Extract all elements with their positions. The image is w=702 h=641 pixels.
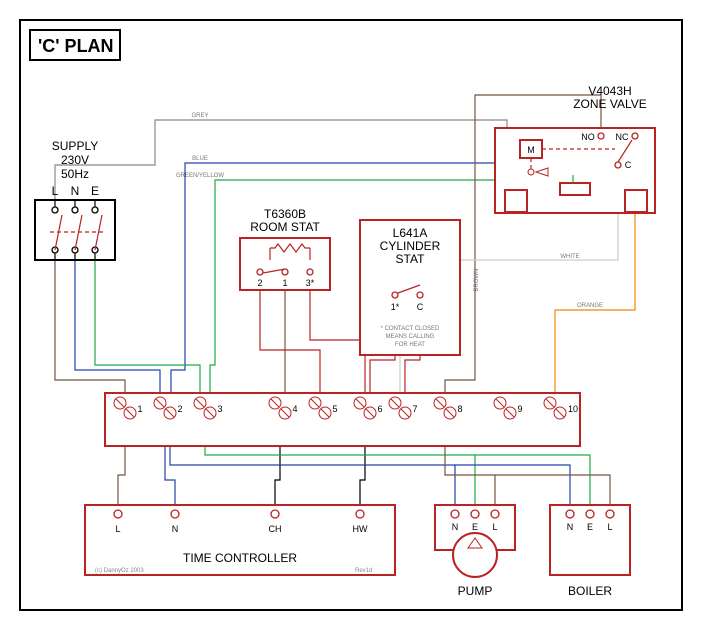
- svg-text:NO: NO: [581, 132, 595, 142]
- svg-text:8: 8: [457, 404, 462, 414]
- svg-text:T6360B: T6360B: [264, 207, 306, 221]
- svg-text:* CONTACT CLOSED: * CONTACT CLOSED: [381, 326, 440, 332]
- svg-text:STAT: STAT: [396, 252, 426, 266]
- svg-text:C: C: [625, 160, 632, 170]
- label-orange: ORANGE: [577, 303, 603, 309]
- svg-text:4: 4: [292, 404, 297, 414]
- svg-text:L: L: [492, 522, 497, 532]
- svg-text:BOILER: BOILER: [568, 584, 612, 598]
- svg-text:L: L: [607, 522, 612, 532]
- svg-text:L: L: [52, 184, 59, 198]
- svg-text:ROOM STAT: ROOM STAT: [250, 220, 320, 234]
- svg-text:V4043H: V4043H: [588, 84, 631, 98]
- supply-label2: 230V: [61, 153, 89, 167]
- svg-text:MEANS CALLING: MEANS CALLING: [386, 334, 435, 340]
- svg-text:7: 7: [412, 404, 417, 414]
- svg-text:PUMP: PUMP: [458, 584, 493, 598]
- svg-text:10: 10: [568, 404, 578, 414]
- svg-text:1*: 1*: [391, 302, 400, 312]
- svg-text:6: 6: [377, 404, 382, 414]
- pump: N E L PUMP: [435, 505, 515, 598]
- svg-text:2: 2: [257, 278, 262, 288]
- svg-text:M: M: [527, 145, 535, 155]
- boiler: N E L BOILER: [550, 505, 630, 598]
- label-white: WHITE: [560, 254, 579, 260]
- svg-text:NC: NC: [616, 132, 629, 142]
- svg-text:Rev1d: Rev1d: [355, 568, 372, 574]
- wire-boiler-N: [455, 465, 570, 505]
- wire-roomstat-3: [310, 290, 365, 393]
- wire-brown-L: [55, 260, 125, 393]
- wire-boiler-E: [475, 455, 590, 505]
- svg-text:C: C: [417, 302, 424, 312]
- svg-text:CYLINDER: CYLINDER: [380, 239, 441, 253]
- svg-text:ZONE VALVE: ZONE VALVE: [573, 97, 647, 111]
- svg-text:5: 5: [332, 404, 337, 414]
- svg-text:1: 1: [137, 404, 142, 414]
- wire-blue-supply: [75, 260, 160, 393]
- svg-text:E: E: [91, 184, 99, 198]
- label-grey: GREY: [191, 113, 208, 119]
- svg-text:N: N: [172, 524, 179, 534]
- svg-text:L: L: [115, 524, 120, 534]
- wire-green-supply: [95, 260, 200, 393]
- wire-roomstat-2: [260, 290, 320, 393]
- label-blue: BLUE: [192, 156, 208, 162]
- svg-text:FOR HEAT: FOR HEAT: [395, 342, 425, 348]
- supply-label3: 50Hz: [61, 167, 89, 181]
- svg-text:N: N: [452, 522, 459, 532]
- svg-text:(c) DannyOz 2003: (c) DannyOz 2003: [95, 568, 144, 574]
- label-brown: BROWN: [474, 269, 480, 292]
- svg-text:HW: HW: [353, 524, 368, 534]
- time-controller: L N CH HW TIME CONTROLLER (c) DannyOz 20…: [85, 505, 395, 575]
- zone-valve: V4043H ZONE VALVE M NO NC C: [495, 84, 655, 213]
- svg-text:9: 9: [517, 404, 522, 414]
- terminal-block: [105, 393, 580, 446]
- room-stat: T6360B ROOM STAT 2 1 3*: [240, 207, 330, 290]
- wire-boiler-L: [495, 475, 610, 505]
- supply-block: SUPPLY 230V 50Hz L N E: [35, 139, 115, 260]
- svg-text:3*: 3*: [306, 278, 315, 288]
- svg-text:2: 2: [177, 404, 182, 414]
- label-green: GREEN/YELLOW: [176, 173, 224, 179]
- svg-text:N: N: [71, 184, 80, 198]
- cylinder-stat: L641A CYLINDER STAT 1* C * CONTACT CLOSE…: [360, 220, 460, 355]
- svg-text:E: E: [472, 522, 478, 532]
- title-text: 'C' PLAN: [38, 36, 114, 56]
- svg-text:N: N: [567, 522, 574, 532]
- svg-text:3: 3: [217, 404, 222, 414]
- supply-label1: SUPPLY: [52, 139, 98, 153]
- svg-text:L641A: L641A: [393, 226, 428, 240]
- svg-text:TIME CONTROLLER: TIME CONTROLLER: [183, 551, 297, 565]
- svg-text:CH: CH: [269, 524, 282, 534]
- svg-text:E: E: [587, 522, 593, 532]
- svg-text:1: 1: [282, 278, 287, 288]
